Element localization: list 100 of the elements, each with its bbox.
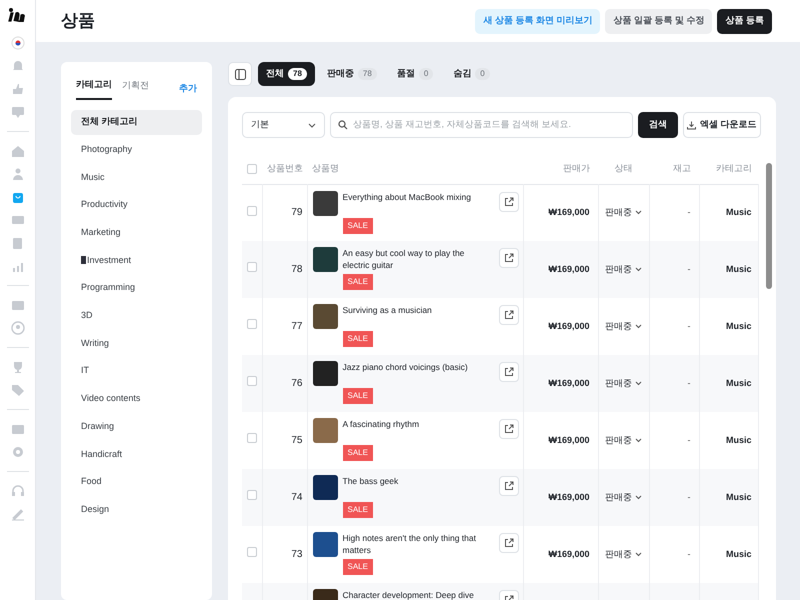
product-name: Everything about MacBook mixing xyxy=(342,190,472,204)
filter-tab[interactable]: 숨김 0 xyxy=(445,62,498,86)
tag-icon[interactable] xyxy=(10,383,24,397)
header-button[interactable]: 상품 일괄 등록 및 수정 xyxy=(605,8,712,34)
photo-placeholder xyxy=(312,304,338,329)
external-link-icon[interactable] xyxy=(498,305,518,325)
excel-download-button[interactable]: 엑셀 다운로드 xyxy=(683,112,761,138)
thumbs-up-icon[interactable] xyxy=(10,82,24,96)
count-badge: 78 xyxy=(288,68,307,80)
photo-placeholder xyxy=(312,532,338,557)
product-name: The bass geek xyxy=(342,475,400,488)
flag-icon[interactable] xyxy=(10,36,24,50)
panel-tab[interactable]: 카테고리 xyxy=(76,78,112,100)
product-name: An easy but cool way to play the electric guitar xyxy=(342,247,466,272)
external-link-icon[interactable] xyxy=(498,192,518,212)
category-item[interactable]: Music xyxy=(71,164,202,190)
external-link-icon[interactable] xyxy=(498,362,518,382)
status-dropdown[interactable]: 판매중 xyxy=(605,548,642,562)
headset-icon[interactable] xyxy=(10,484,24,498)
category-item[interactable]: Photography xyxy=(71,137,202,162)
external-link-icon[interactable] xyxy=(498,476,518,496)
category-item[interactable]: 전체 카테고리 xyxy=(71,110,202,134)
coupon-icon[interactable] xyxy=(10,213,24,227)
category-item[interactable]: Design xyxy=(71,497,202,522)
photo-placeholder xyxy=(312,418,338,443)
filter-tab[interactable]: 판매중 78 xyxy=(318,62,385,86)
count-badge: 0 xyxy=(418,68,434,80)
column-header: 상품명 xyxy=(307,154,523,184)
checkbox[interactable] xyxy=(246,433,257,444)
photo-placeholder xyxy=(312,247,338,272)
checkbox[interactable] xyxy=(246,547,257,558)
pen-icon[interactable] xyxy=(10,507,24,521)
filter-dropdown[interactable]: 기본 xyxy=(242,112,325,138)
checkbox[interactable] xyxy=(246,319,257,330)
chevron-down-icon xyxy=(635,495,642,500)
search-field[interactable]: 상품명, 상품 재고번호, 자체상품코드를 검색해 보세요. xyxy=(330,112,633,138)
person-icon[interactable] xyxy=(10,167,24,181)
note-icon[interactable] xyxy=(10,236,24,250)
header-button[interactable]: 상품 등록 xyxy=(717,8,772,34)
chevron-down-icon xyxy=(635,267,642,272)
chevron-down-icon xyxy=(635,381,642,386)
column-header: 카테고리 xyxy=(699,154,758,184)
category-item[interactable]: Food xyxy=(71,469,202,494)
status-dropdown[interactable]: 판매중 xyxy=(605,262,642,276)
column-header: 상태 xyxy=(598,154,649,184)
download-icon xyxy=(687,120,696,130)
checkbox[interactable] xyxy=(247,164,257,174)
product-name: Character development: Deep dive xyxy=(342,589,475,600)
chevron-down-icon xyxy=(635,552,642,557)
inbox-icon[interactable] xyxy=(10,298,24,312)
category-item[interactable]: Programming xyxy=(71,276,202,301)
checkbox[interactable] xyxy=(246,206,257,216)
filter-tab[interactable]: 품절 0 xyxy=(388,62,442,86)
external-link-icon[interactable] xyxy=(498,533,518,553)
product-name: High notes aren't the only thing that matters xyxy=(342,532,477,557)
product-name: Surviving as a musician xyxy=(342,304,433,317)
product-name: A fascinating rhythm xyxy=(342,418,420,431)
photo-placeholder xyxy=(312,190,338,216)
sidebar-toggle-icon[interactable] xyxy=(228,62,252,86)
status-dropdown[interactable]: 판매중 xyxy=(605,320,642,334)
category-item[interactable]: Marketing xyxy=(71,220,202,246)
category-item[interactable]: Drawing xyxy=(71,414,202,440)
category-item[interactable]: 3D xyxy=(71,303,202,328)
card-icon[interactable] xyxy=(10,422,24,436)
chevron-down-icon xyxy=(635,324,642,329)
checkbox[interactable] xyxy=(246,490,257,500)
sale-badge: SALE xyxy=(342,388,373,404)
search-button[interactable]: 검색 xyxy=(638,112,678,138)
sale-badge: SALE xyxy=(342,502,373,518)
page-title: 상품 xyxy=(61,10,95,32)
checkbox[interactable] xyxy=(246,262,257,272)
external-link-icon[interactable] xyxy=(498,248,518,268)
bag-icon[interactable] xyxy=(10,190,24,204)
settings-icon[interactable] xyxy=(10,445,24,459)
chevron-down-icon xyxy=(308,122,316,128)
sale-badge: SALE xyxy=(342,274,373,290)
sale-badge: SALE xyxy=(342,331,373,347)
external-link-icon[interactable] xyxy=(498,419,518,439)
add-link[interactable]: 추가 xyxy=(179,82,197,96)
status-dropdown[interactable]: 판매중 xyxy=(605,206,642,220)
filter-tab[interactable]: 전체 78 xyxy=(258,62,315,86)
home-icon[interactable] xyxy=(10,144,24,158)
status-dropdown[interactable]: 판매중 xyxy=(605,376,642,390)
chevron-down-icon xyxy=(635,438,642,443)
search-icon xyxy=(338,120,348,130)
bell-icon[interactable] xyxy=(10,59,24,73)
category-item[interactable]: Investment xyxy=(71,248,202,273)
category-item[interactable]: Handicraft xyxy=(71,442,202,467)
category-item[interactable]: Writing xyxy=(71,331,202,356)
panel-tab[interactable]: 기획전 xyxy=(122,78,149,100)
status-dropdown[interactable]: 판매중 xyxy=(605,490,642,504)
user-circle-icon[interactable] xyxy=(10,321,24,335)
status-dropdown[interactable]: 판매중 xyxy=(605,434,642,448)
sale-badge: SALE xyxy=(342,559,373,575)
checkbox[interactable] xyxy=(246,376,257,386)
category-item[interactable]: Video contents xyxy=(71,386,202,412)
category-item[interactable]: Productivity xyxy=(71,192,202,218)
count-badge: 78 xyxy=(358,68,377,80)
category-item[interactable]: IT xyxy=(71,358,202,384)
chat-icon[interactable] xyxy=(10,105,24,119)
